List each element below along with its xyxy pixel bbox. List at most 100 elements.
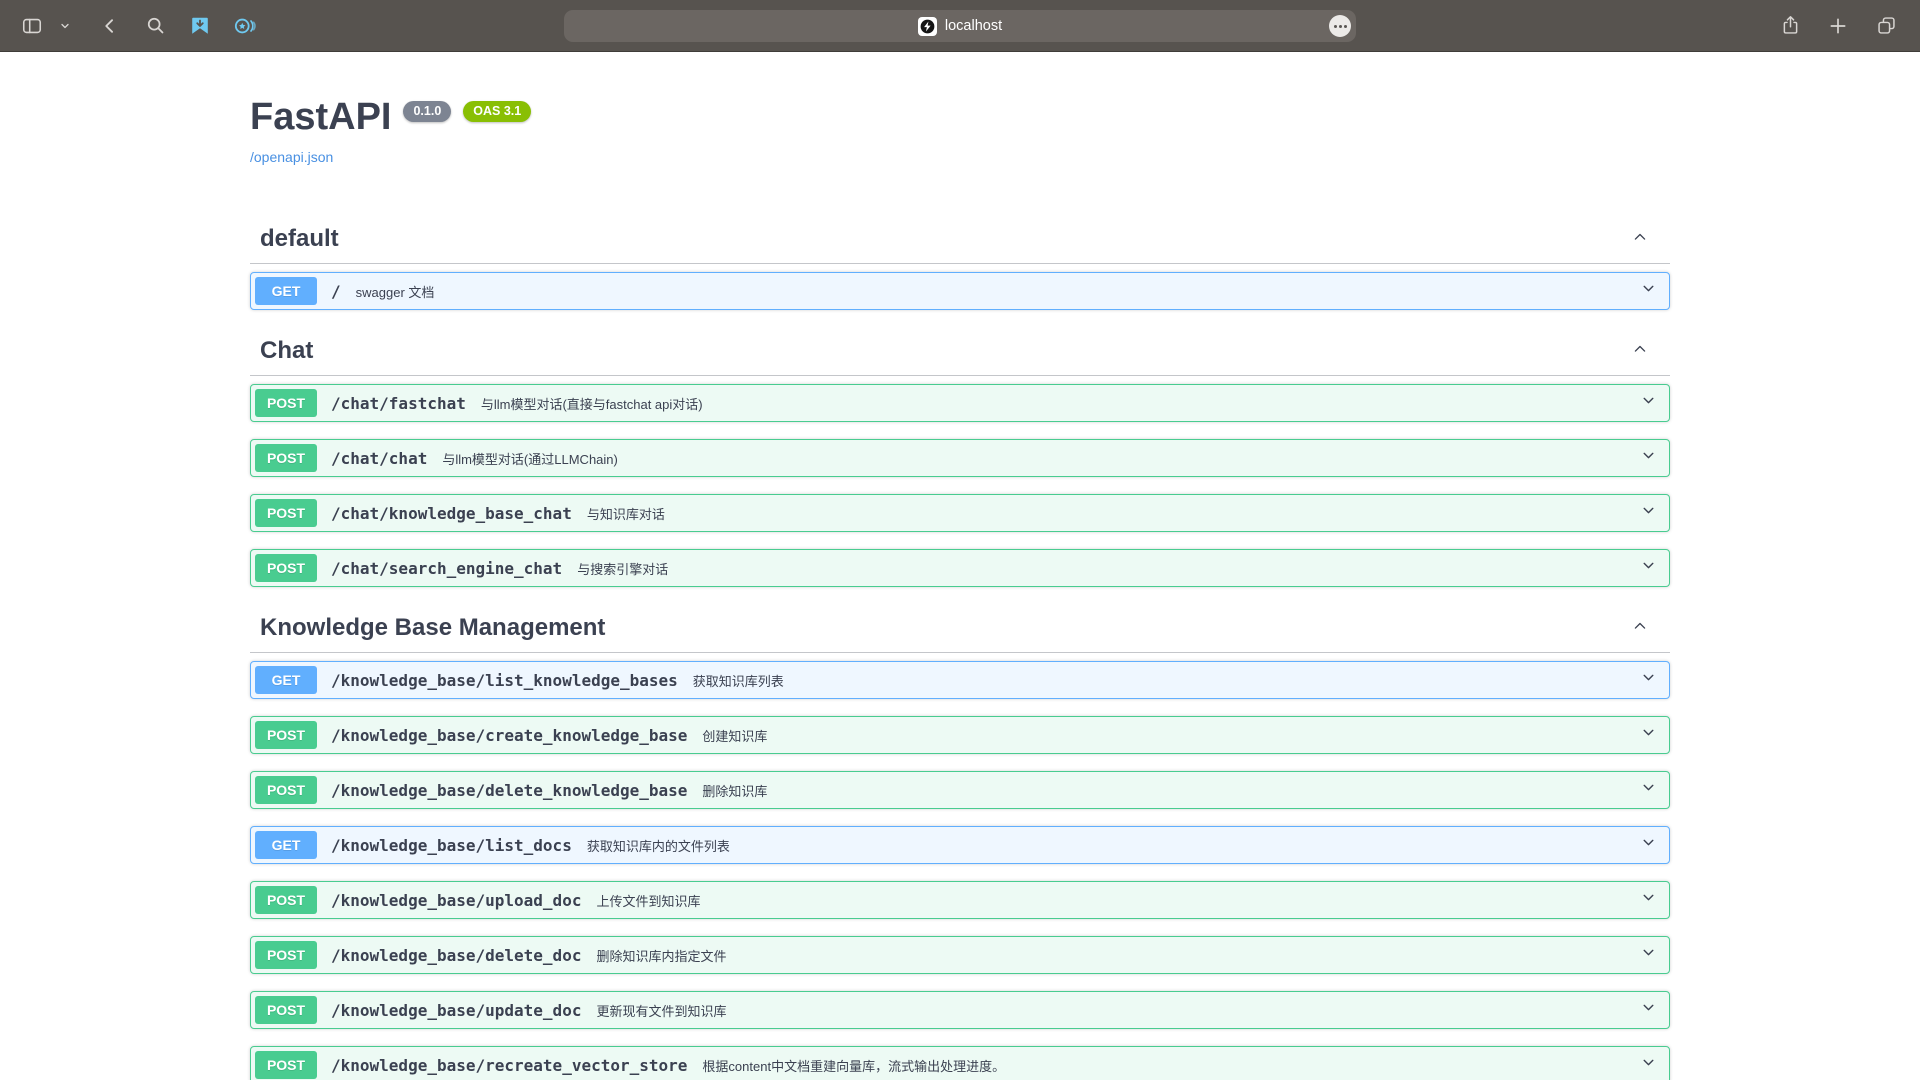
endpoint-description: 创建知识库 (702, 726, 1628, 745)
endpoint-path: /knowledge_base/list_knowledge_bases (331, 671, 678, 690)
endpoint-row[interactable]: POST /chat/search_engine_chat 与搜索引擎对话 (250, 549, 1670, 587)
section-endpoints: POST /chat/fastchat 与llm模型对话(直接与fastchat… (250, 376, 1670, 587)
endpoint-path: /knowledge_base/upload_doc (331, 891, 581, 910)
endpoint-description: 根据content中文档重建向量库，流式输出处理进度。 (702, 1056, 1628, 1075)
endpoint-description: 与搜索引擎对话 (577, 559, 1628, 578)
expand-endpoint-chevron-down-icon (1640, 999, 1657, 1021)
openapi-spec-link[interactable]: /openapi.json (250, 149, 333, 165)
page-menu-ellipsis-icon[interactable] (1329, 15, 1351, 37)
expand-endpoint-chevron-down-icon (1640, 944, 1657, 966)
bookmark-pinned-tab-icon[interactable] (188, 14, 212, 38)
method-badge: GET (255, 277, 317, 305)
endpoint-description: 删除知识库 (702, 781, 1628, 800)
endpoint-row[interactable]: GET / swagger 文档 (250, 272, 1670, 310)
share-icon[interactable] (1778, 14, 1802, 38)
endpoint-row[interactable]: POST /chat/chat 与llm模型对话(通过LLMChain) (250, 439, 1670, 477)
endpoint-path: /chat/chat (331, 449, 427, 468)
endpoint-description: 与知识库对话 (587, 504, 1628, 523)
tab-groups-chevron-icon[interactable] (53, 14, 77, 38)
fastapi-favicon-icon (918, 17, 937, 36)
section-header[interactable]: Chat (250, 327, 1670, 376)
expand-endpoint-chevron-down-icon (1640, 557, 1657, 579)
swagger-ui-page: FastAPI 0.1.0 OAS 3.1 /openapi.json defa… (0, 52, 1920, 1080)
section-header[interactable]: Knowledge Base Management (250, 604, 1670, 653)
expand-endpoint-chevron-down-icon (1640, 779, 1657, 801)
method-badge: POST (255, 776, 317, 804)
endpoint-path: /knowledge_base/list_docs (331, 836, 572, 855)
method-badge: POST (255, 721, 317, 749)
endpoint-row[interactable]: POST /knowledge_base/delete_doc 删除知识库内指定… (250, 936, 1670, 974)
endpoint-row[interactable]: POST /knowledge_base/recreate_vector_sto… (250, 1046, 1670, 1080)
api-section: Knowledge Base Management GET /knowledge… (250, 604, 1670, 1080)
endpoint-path: /chat/knowledge_base_chat (331, 504, 572, 523)
method-badge: GET (255, 831, 317, 859)
endpoint-description: swagger 文档 (356, 282, 1628, 301)
method-badge: POST (255, 444, 317, 472)
address-bar[interactable]: localhost (564, 10, 1356, 42)
section-endpoints: GET /knowledge_base/list_knowledge_bases… (250, 653, 1670, 1080)
section-title: default (260, 225, 1630, 253)
endpoint-row[interactable]: POST /chat/knowledge_base_chat 与知识库对话 (250, 494, 1670, 532)
endpoint-description: 与llm模型对话(通过LLMChain) (442, 449, 1628, 468)
endpoint-path: /knowledge_base/create_knowledge_base (331, 726, 687, 745)
endpoint-description: 获取知识库列表 (693, 671, 1628, 690)
section-endpoints: GET / swagger 文档 (250, 264, 1670, 310)
api-sections: default GET / swagger 文档 Chat (250, 215, 1670, 1080)
expand-endpoint-chevron-down-icon (1640, 834, 1657, 856)
expand-endpoint-chevron-down-icon (1640, 889, 1657, 911)
endpoint-description: 上传文件到知识库 (596, 891, 1628, 910)
toolbar-left-group (0, 14, 257, 38)
section-header[interactable]: default (250, 215, 1670, 264)
podcast-pinned-tab-icon[interactable] (233, 14, 257, 38)
search-icon[interactable] (143, 14, 167, 38)
method-badge: POST (255, 996, 317, 1024)
method-badge: POST (255, 499, 317, 527)
endpoint-path: /knowledge_base/delete_doc (331, 946, 581, 965)
endpoint-path: /knowledge_base/recreate_vector_store (331, 1056, 687, 1075)
endpoint-row[interactable]: POST /chat/fastchat 与llm模型对话(直接与fastchat… (250, 384, 1670, 422)
endpoint-path: /chat/search_engine_chat (331, 559, 562, 578)
collapse-section-chevron-up-icon (1630, 339, 1650, 364)
endpoint-path: /knowledge_base/delete_knowledge_base (331, 781, 687, 800)
api-info-block: FastAPI 0.1.0 OAS 3.1 /openapi.json (250, 52, 1670, 167)
api-section: default GET / swagger 文档 (250, 215, 1670, 310)
method-badge: POST (255, 941, 317, 969)
tab-overview-icon[interactable] (1874, 14, 1898, 38)
endpoint-row[interactable]: POST /knowledge_base/upload_doc 上传文件到知识库 (250, 881, 1670, 919)
method-badge: POST (255, 554, 317, 582)
toolbar-right-group (1778, 14, 1920, 38)
endpoint-row[interactable]: GET /knowledge_base/list_docs 获取知识库内的文件列… (250, 826, 1670, 864)
expand-endpoint-chevron-down-icon (1640, 669, 1657, 691)
endpoint-row[interactable]: POST /knowledge_base/update_doc 更新现有文件到知… (250, 991, 1670, 1029)
version-badge: 0.1.0 (403, 101, 451, 122)
endpoint-row[interactable]: GET /knowledge_base/list_knowledge_bases… (250, 661, 1670, 699)
oas-badge: OAS 3.1 (463, 101, 531, 122)
expand-endpoint-chevron-down-icon (1640, 392, 1657, 414)
back-icon[interactable] (98, 14, 122, 38)
endpoint-description: 删除知识库内指定文件 (596, 946, 1628, 965)
method-badge: POST (255, 886, 317, 914)
collapse-section-chevron-up-icon (1630, 227, 1650, 252)
section-title: Knowledge Base Management (260, 614, 1630, 642)
browser-toolbar: localhost (0, 0, 1920, 52)
endpoint-row[interactable]: POST /knowledge_base/delete_knowledge_ba… (250, 771, 1670, 809)
method-badge: POST (255, 389, 317, 417)
endpoint-description: 获取知识库内的文件列表 (587, 836, 1628, 855)
expand-endpoint-chevron-down-icon (1640, 724, 1657, 746)
collapse-section-chevron-up-icon (1630, 616, 1650, 641)
endpoint-row[interactable]: POST /knowledge_base/create_knowledge_ba… (250, 716, 1670, 754)
api-section: Chat POST /chat/fastchat 与llm模型对话(直接与fas… (250, 327, 1670, 587)
expand-endpoint-chevron-down-icon (1640, 1054, 1657, 1076)
address-bar-url: localhost (945, 18, 1002, 34)
expand-endpoint-chevron-down-icon (1640, 502, 1657, 524)
page-title: FastAPI (250, 96, 391, 139)
method-badge: GET (255, 666, 317, 694)
endpoint-description: 更新现有文件到知识库 (596, 1001, 1628, 1020)
section-title: Chat (260, 337, 1630, 365)
endpoint-path: / (331, 282, 341, 301)
endpoint-description: 与llm模型对话(直接与fastchat api对话) (481, 394, 1628, 413)
new-tab-icon[interactable] (1826, 14, 1850, 38)
expand-endpoint-chevron-down-icon (1640, 280, 1657, 302)
expand-endpoint-chevron-down-icon (1640, 447, 1657, 469)
sidebar-toggle-icon[interactable] (20, 14, 44, 38)
